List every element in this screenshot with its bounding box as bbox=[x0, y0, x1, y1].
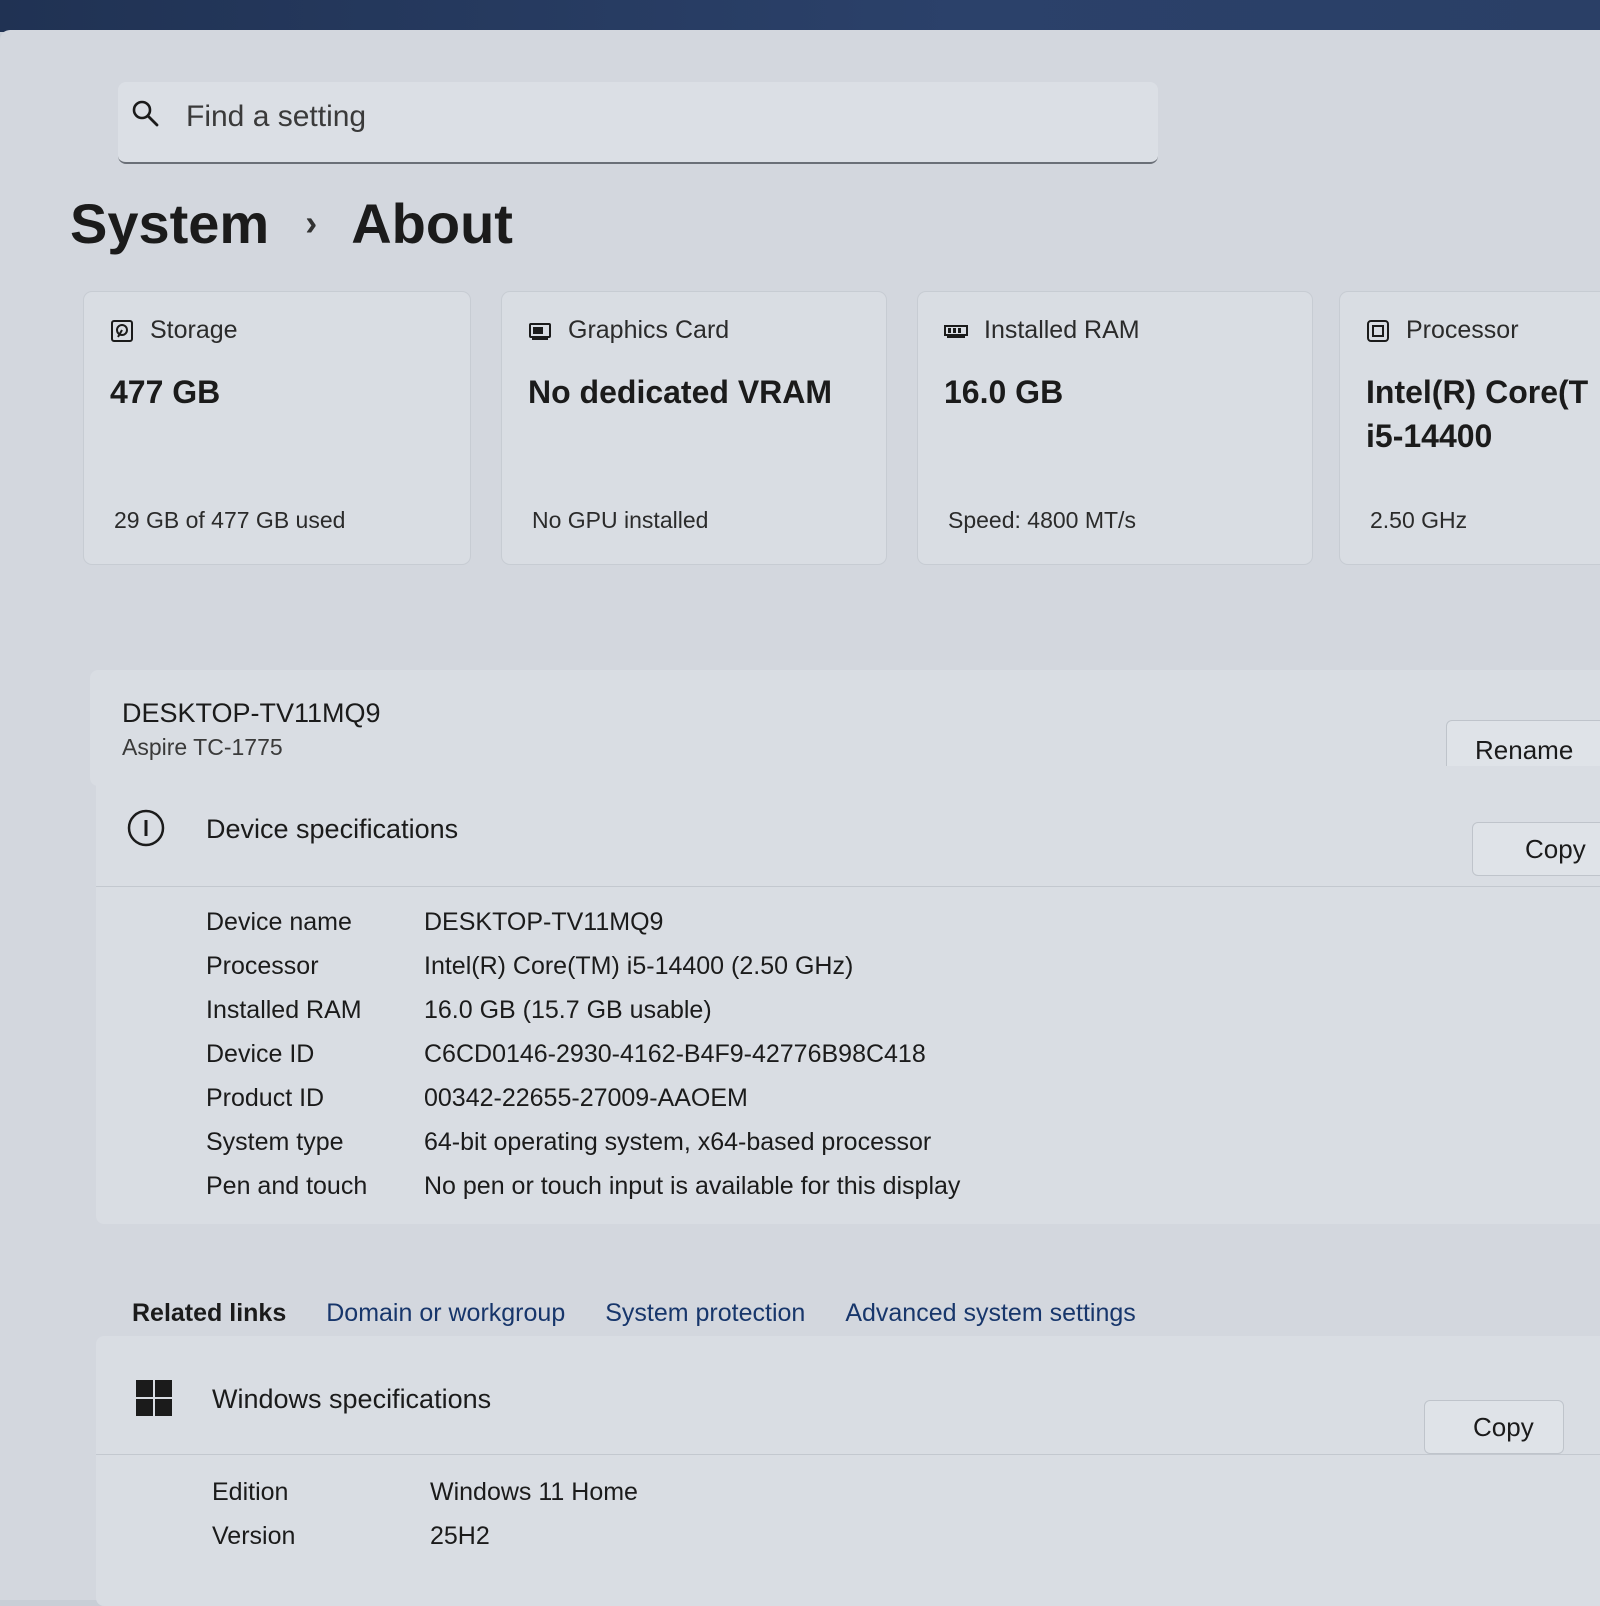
windows-specifications-header[interactable]: Windows specifications Copy bbox=[96, 1336, 1600, 1455]
system-protection-link[interactable]: System protection bbox=[605, 1299, 805, 1328]
spec-value: C6CD0146-2930-4162-B4F9-42776B98C418 bbox=[424, 1039, 926, 1068]
processor-card[interactable]: Processor Intel(R) Core(T i5-14400 2.50 … bbox=[1340, 292, 1600, 564]
device-specifications-header[interactable]: Device specifications Copy bbox=[96, 766, 1600, 887]
spec-row: Pen and touch No pen or touch input is av… bbox=[206, 1164, 960, 1208]
spec-value: 16.0 GB (15.7 GB usable) bbox=[424, 995, 712, 1024]
page-title: About bbox=[351, 191, 513, 255]
related-links-title: Related links bbox=[132, 1298, 287, 1327]
search-input[interactable] bbox=[184, 98, 1088, 136]
search-icon bbox=[132, 100, 159, 127]
spec-value: 64-bit operating system, x64-based proce… bbox=[424, 1127, 932, 1156]
spec-value: 25H2 bbox=[430, 1521, 490, 1550]
graphics-card-icon bbox=[529, 322, 551, 340]
spec-label: Device ID bbox=[206, 1039, 315, 1068]
chevron-right-icon: › bbox=[305, 202, 318, 243]
device-specifications-section: Device specifications Copy Device name DE… bbox=[96, 766, 1600, 1224]
spec-row: System type 64-bit operating system, x64-… bbox=[206, 1120, 960, 1164]
card-value: Intel(R) Core(T i5-14400 bbox=[1366, 370, 1588, 458]
spec-label: Processor bbox=[206, 951, 319, 980]
spec-label: Pen and touch bbox=[206, 1171, 368, 1200]
spec-value: Windows 11 Home bbox=[430, 1477, 638, 1506]
device-model: Aspire TC-1775 bbox=[122, 734, 283, 760]
advanced-system-settings-link[interactable]: Advanced system settings bbox=[845, 1299, 1135, 1328]
card-label: Processor bbox=[1406, 316, 1519, 344]
windows-specs-table: Edition Windows 11 Home Version 25H2 bbox=[212, 1470, 638, 1558]
spec-row: Processor Intel(R) Core(TM) i5-14400 (2.5… bbox=[206, 944, 960, 988]
device-specs-copy-button[interactable]: Copy bbox=[1472, 822, 1600, 876]
domain-or-workgroup-link[interactable]: Domain or workgroup bbox=[326, 1299, 565, 1328]
processor-icon bbox=[1367, 319, 1389, 342]
windows-logo-icon bbox=[136, 1380, 172, 1416]
spec-row: Version 25H2 bbox=[212, 1514, 638, 1558]
spec-label: Product ID bbox=[206, 1083, 325, 1112]
installed-ram-card[interactable]: Installed RAM 16.0 GB Speed: 4800 MT/s bbox=[918, 292, 1312, 564]
section-title: Windows specifications bbox=[212, 1384, 492, 1414]
spec-row: Device ID C6CD0146-2930-4162-B4F9-42776B9… bbox=[206, 1032, 960, 1076]
card-subtext: 29 GB of 477 GB used bbox=[114, 507, 346, 533]
breadcrumb: System › About bbox=[70, 188, 513, 258]
device-specs-table: Device name DESKTOP-TV11MQ9 Processor Inte… bbox=[206, 900, 960, 1208]
card-value-line-2: i5-14400 bbox=[1366, 418, 1493, 454]
breadcrumb-system-link[interactable]: System bbox=[70, 191, 269, 256]
ram-icon bbox=[944, 324, 968, 338]
storage-card[interactable]: Storage 477 GB 29 GB of 477 GB used bbox=[84, 292, 470, 564]
spec-label: Version bbox=[212, 1521, 296, 1550]
spec-value: No pen or touch input is available for t… bbox=[424, 1171, 961, 1200]
spec-label: System type bbox=[206, 1127, 344, 1156]
device-name: DESKTOP-TV11MQ9 bbox=[122, 698, 381, 728]
card-value: No dedicated VRAM bbox=[528, 374, 833, 410]
related-links-bar: Related links Domain or workgroup System… bbox=[132, 1288, 1176, 1338]
card-value: 16.0 GB bbox=[944, 374, 1064, 410]
search-box[interactable] bbox=[118, 82, 1158, 164]
card-value: 477 GB bbox=[110, 374, 221, 410]
spec-label: Device name bbox=[206, 907, 352, 936]
spec-label: Installed RAM bbox=[206, 995, 362, 1024]
settings-window: System › About Storage 477 GB 29 GB of 4… bbox=[0, 30, 1600, 1606]
card-value-line-1: Intel(R) Core(T bbox=[1366, 374, 1589, 410]
card-label: Graphics Card bbox=[568, 316, 730, 344]
spec-value: Intel(R) Core(TM) i5-14400 (2.50 GHz) bbox=[424, 951, 854, 980]
windows-specs-copy-button[interactable]: Copy bbox=[1424, 1400, 1564, 1454]
info-icon bbox=[127, 809, 165, 847]
card-subtext: No GPU installed bbox=[532, 507, 709, 533]
card-label: Storage bbox=[150, 316, 238, 344]
spec-label: Edition bbox=[212, 1477, 289, 1506]
spec-value: DESKTOP-TV11MQ9 bbox=[424, 907, 664, 936]
spec-row: Device name DESKTOP-TV11MQ9 bbox=[206, 900, 960, 944]
graphics-card-card[interactable]: Graphics Card No dedicated VRAM No GPU i… bbox=[502, 292, 886, 564]
spec-value: 00342-22655-27009-AAOEM bbox=[424, 1083, 748, 1112]
card-subtext: 2.50 GHz bbox=[1370, 507, 1468, 533]
section-title: Device specifications bbox=[206, 814, 459, 844]
desktop-background bbox=[0, 0, 1600, 32]
spec-row: Product ID 00342-22655-27009-AAOEM bbox=[206, 1076, 960, 1120]
spec-row: Installed RAM 16.0 GB (15.7 GB usable) bbox=[206, 988, 960, 1032]
windows-specifications-section: Windows specifications Copy Edition Windo… bbox=[96, 1336, 1600, 1606]
card-label: Installed RAM bbox=[984, 316, 1140, 344]
spec-row: Edition Windows 11 Home bbox=[212, 1470, 638, 1514]
card-subtext: Speed: 4800 MT/s bbox=[948, 507, 1136, 533]
storage-icon bbox=[111, 319, 133, 342]
